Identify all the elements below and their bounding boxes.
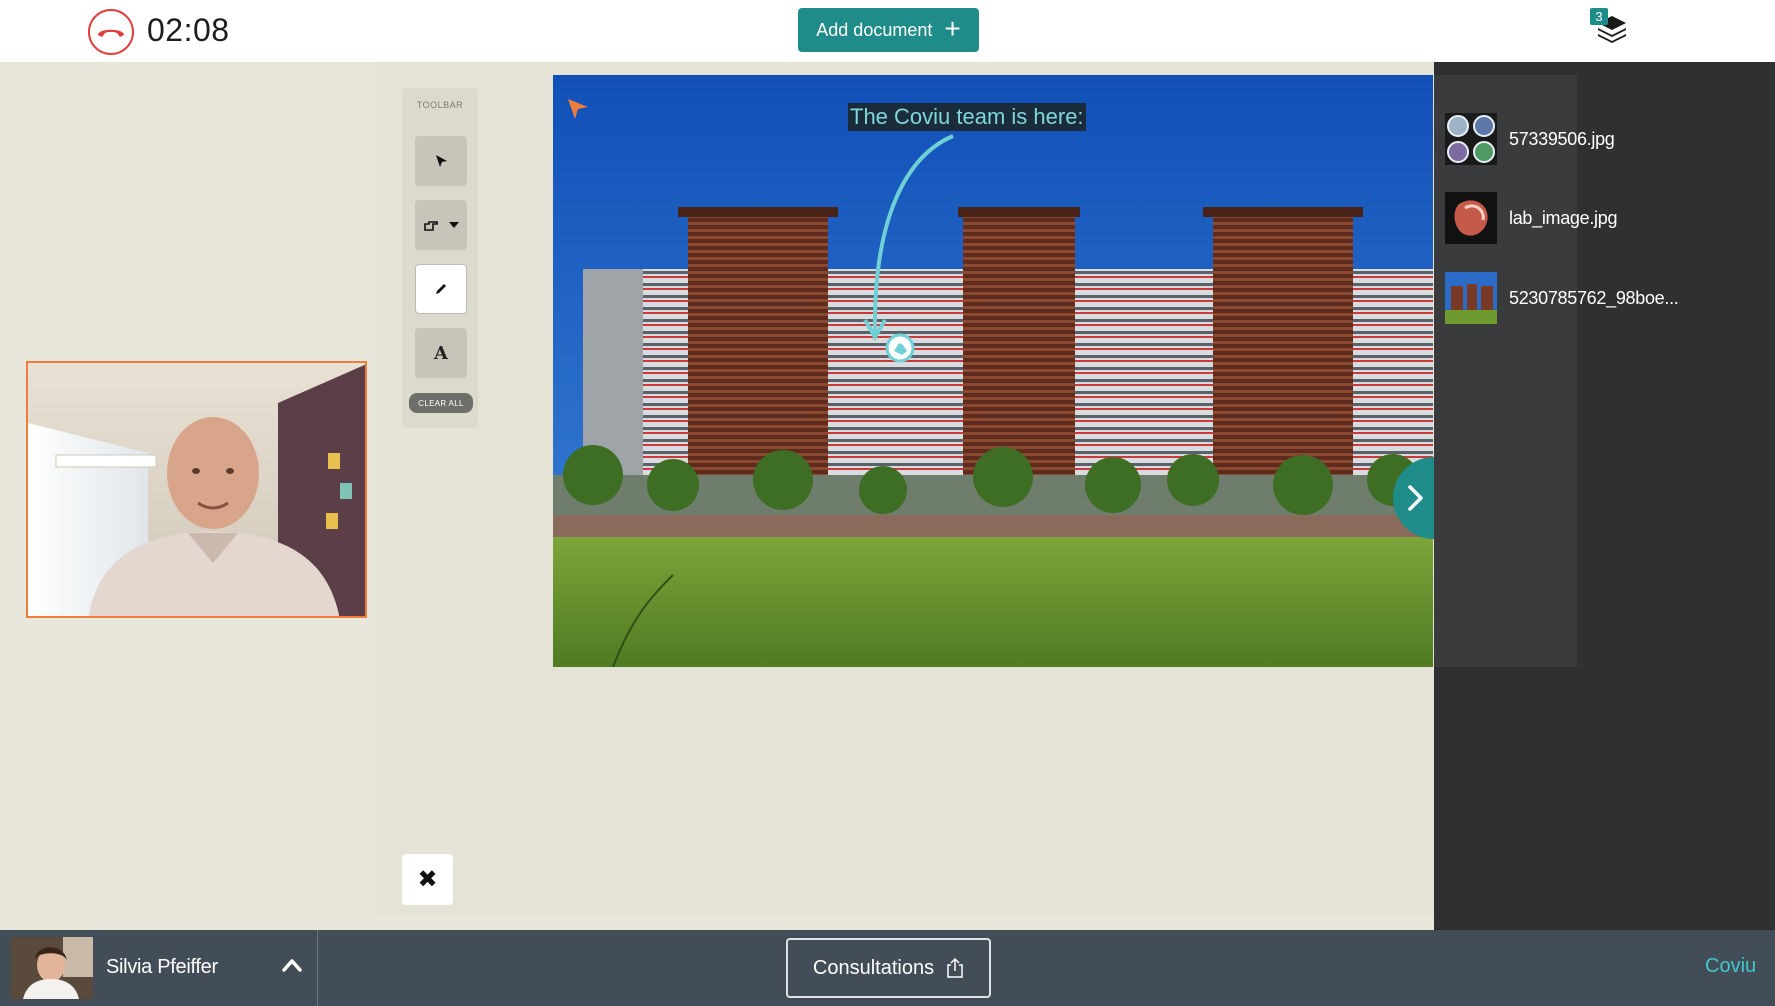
document-thumbnail (1445, 192, 1497, 244)
local-user-section: Silvia Pfeiffer (0, 930, 318, 1006)
chevron-right-icon (1408, 485, 1423, 511)
brand-link[interactable]: Coviu (1705, 955, 1756, 978)
document-list-item[interactable]: lab_image.jpg (1445, 192, 1765, 244)
add-document-label: Add document (816, 19, 933, 40)
phone-hangup-icon (98, 29, 124, 37)
chevron-down-icon (449, 222, 459, 228)
pen-tool-button[interactable] (415, 264, 467, 314)
document-list-item[interactable]: 57339506.jpg (1445, 113, 1765, 165)
annotation-toolbar: TOOLBAR A CLEAR ALL (402, 88, 478, 428)
cursor-arrow-icon (436, 155, 447, 167)
document-thumbnail (1445, 113, 1497, 165)
pencil-icon (436, 284, 446, 294)
shared-document-image[interactable] (553, 75, 1433, 667)
document-annotation-caption: The Coviu team is here: (848, 103, 1086, 131)
share-upload-icon (947, 957, 963, 978)
user-name: Silvia Pfeiffer (106, 956, 218, 978)
hand-pointer-icon (424, 221, 438, 231)
text-tool-button[interactable]: A (415, 328, 467, 378)
remote-pointer-icon (568, 99, 588, 119)
remote-video (26, 361, 367, 618)
document-list-item[interactable]: 5230785762_98boe... (1445, 272, 1765, 324)
document-file-name: 57339506.jpg (1509, 128, 1615, 149)
call-timer: 02:08 (147, 12, 230, 48)
select-tool-button[interactable] (415, 136, 467, 186)
document-thumbnail (1445, 272, 1497, 324)
toolbar-title: TOOLBAR (416, 100, 464, 110)
add-document-button[interactable]: Add document + (798, 8, 979, 52)
clear-all-button[interactable]: CLEAR ALL (409, 393, 473, 413)
close-x-icon: ✖ (417, 866, 438, 893)
consultations-label: Consultations (812, 956, 935, 979)
document-file-name: lab_image.jpg (1509, 207, 1618, 228)
pointer-tool-button[interactable] (415, 200, 467, 250)
document-file-name: 5230785762_98boe... (1509, 287, 1679, 308)
close-document-button[interactable]: ✖ (402, 854, 453, 905)
plus-icon: + (944, 12, 961, 44)
building-photo (553, 75, 1433, 667)
text-icon: A (434, 342, 448, 364)
remote-participant-video-frame (28, 363, 365, 616)
documents-layers-button[interactable]: 3 (1590, 8, 1630, 48)
consultations-button[interactable]: Consultations (786, 938, 991, 998)
hangup-button[interactable] (88, 9, 134, 55)
chevron-up-icon[interactable] (282, 958, 302, 972)
user-avatar (11, 937, 93, 999)
documents-count-badge: 3 (1590, 8, 1608, 25)
